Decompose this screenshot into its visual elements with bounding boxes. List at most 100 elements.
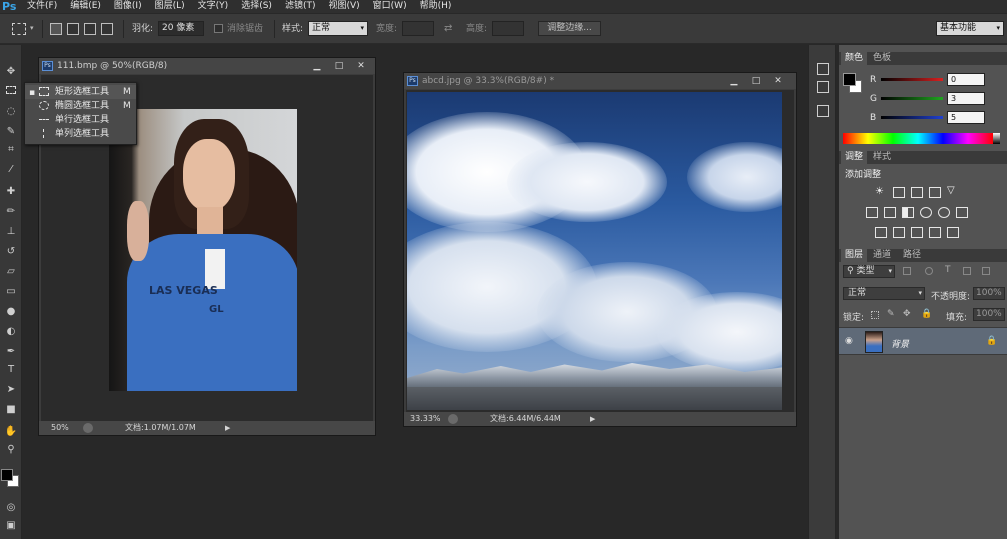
feather-input[interactable]: 20 像素 bbox=[158, 21, 204, 36]
status-menu-arrow-icon[interactable]: ▶ bbox=[225, 421, 230, 435]
subtract-selection-icon[interactable] bbox=[84, 23, 96, 35]
marquee-tool-preset-icon[interactable] bbox=[12, 23, 26, 35]
bw-ramp[interactable] bbox=[993, 133, 1000, 144]
exposure-icon[interactable] bbox=[929, 187, 941, 198]
filter-shape-icon[interactable] bbox=[963, 267, 971, 275]
filter-type-icon[interactable]: T bbox=[945, 265, 951, 275]
lock-position-icon[interactable]: ✥ bbox=[903, 309, 911, 319]
channel-r-input[interactable]: 0 bbox=[947, 73, 985, 86]
add-to-selection-icon[interactable] bbox=[67, 23, 79, 35]
tab-channels[interactable]: 通道 bbox=[869, 249, 895, 262]
menu-help[interactable]: 帮助(H) bbox=[415, 0, 460, 13]
eye-icon[interactable]: ◉ bbox=[845, 336, 853, 346]
fg-color-swatch[interactable] bbox=[843, 73, 856, 86]
quick-selection-tool-icon[interactable]: ✎ bbox=[3, 125, 19, 139]
zoom-tool-icon[interactable]: ⚲ bbox=[3, 443, 19, 457]
properties-panel-icon[interactable] bbox=[817, 81, 829, 93]
tab-color[interactable]: 颜色 bbox=[841, 52, 868, 65]
move-tool-icon[interactable]: ✥ bbox=[3, 65, 19, 79]
opacity-input[interactable]: 100% bbox=[973, 287, 1005, 300]
screen-mode-icon[interactable]: ▣ bbox=[3, 519, 19, 533]
single-column-marquee-option[interactable]: 单列选框工具 bbox=[25, 127, 136, 141]
history-panel-icon[interactable] bbox=[817, 63, 829, 75]
tab-layers[interactable]: 图层 bbox=[841, 249, 868, 262]
lock-all-icon[interactable]: 🔒 bbox=[921, 309, 932, 319]
channel-g-input[interactable]: 3 bbox=[947, 92, 985, 105]
width-input[interactable] bbox=[402, 21, 434, 36]
rectangle-tool-icon[interactable]: ■ bbox=[3, 403, 19, 417]
layer-filter-select[interactable]: ⚲ 类型 ▾ bbox=[843, 265, 895, 278]
blend-mode-select[interactable]: 正常 ▾ bbox=[843, 287, 925, 300]
refine-edge-button[interactable]: 调整边缘... bbox=[538, 21, 601, 36]
threshold-icon[interactable] bbox=[911, 227, 923, 238]
elliptical-marquee-option[interactable]: 椭圆选框工具 M bbox=[25, 99, 136, 113]
color-spectrum-bar[interactable] bbox=[843, 133, 993, 144]
gradient-map-icon[interactable] bbox=[947, 227, 959, 238]
tab-adjustments[interactable]: 调整 bbox=[841, 151, 868, 164]
path-selection-tool-icon[interactable]: ➤ bbox=[3, 383, 19, 397]
color-balance-icon[interactable] bbox=[884, 207, 896, 218]
filter-pixel-icon[interactable] bbox=[903, 267, 911, 275]
lock-transparent-icon[interactable] bbox=[871, 311, 879, 319]
menu-image[interactable]: 图像(I) bbox=[109, 0, 150, 13]
channel-b-input[interactable]: 5 bbox=[947, 111, 985, 124]
channel-mixer-icon[interactable] bbox=[938, 207, 950, 218]
menu-filter[interactable]: 滤镜(T) bbox=[280, 0, 324, 13]
blur-tool-icon[interactable]: ● bbox=[3, 305, 19, 319]
menu-file[interactable]: 文件(F) bbox=[22, 0, 65, 13]
menu-select[interactable]: 选择(S) bbox=[236, 0, 280, 13]
curves-icon[interactable] bbox=[911, 187, 923, 198]
antialias-checkbox[interactable] bbox=[214, 24, 223, 33]
menu-view[interactable]: 视图(V) bbox=[323, 0, 367, 13]
pen-tool-icon[interactable]: ✒ bbox=[3, 345, 19, 359]
channel-g-slider[interactable] bbox=[881, 97, 943, 100]
menu-layer[interactable]: 图层(L) bbox=[150, 0, 193, 13]
close-button[interactable]: ✕ bbox=[351, 60, 371, 72]
channel-b-slider[interactable] bbox=[881, 116, 943, 119]
quick-mask-icon[interactable]: ◎ bbox=[3, 501, 19, 515]
fill-input[interactable]: 100% bbox=[973, 308, 1005, 321]
status-icon[interactable] bbox=[448, 414, 458, 424]
close-button[interactable]: ✕ bbox=[768, 75, 788, 87]
filter-smart-object-icon[interactable] bbox=[982, 267, 990, 275]
status-icon[interactable] bbox=[83, 423, 93, 433]
foreground-color-swatch[interactable] bbox=[1, 469, 13, 481]
menu-edit[interactable]: 编辑(E) bbox=[65, 0, 109, 13]
maximize-button[interactable]: □ bbox=[329, 60, 349, 72]
document-2-title-bar[interactable]: Ps abcd.jpg @ 33.3%(RGB/8#) * ▁ □ ✕ bbox=[404, 73, 796, 89]
brush-tool-icon[interactable]: ✏ bbox=[3, 205, 19, 219]
rectangular-marquee-option[interactable]: ▪ 矩形选框工具 M bbox=[25, 85, 136, 99]
chevron-down-icon[interactable]: ▾ bbox=[30, 24, 34, 32]
selective-color-icon[interactable] bbox=[929, 227, 941, 238]
brightness-contrast-icon[interactable]: ☀ bbox=[875, 186, 884, 197]
document-1-title-bar[interactable]: Ps 111.bmp @ 50%(RGB/8) ▁ □ ✕ bbox=[39, 58, 375, 74]
workspace-select[interactable]: 基本功能 ▾ bbox=[936, 21, 1004, 36]
character-panel-icon[interactable] bbox=[817, 105, 829, 117]
zoom-level[interactable]: 50% bbox=[51, 421, 69, 435]
posterize-icon[interactable] bbox=[893, 227, 905, 238]
levels-icon[interactable] bbox=[893, 187, 905, 198]
zoom-level[interactable]: 33.33% bbox=[410, 412, 441, 426]
layer-row[interactable]: ◉ 背景 🔒 bbox=[839, 327, 1007, 355]
photo-filter-icon[interactable] bbox=[920, 207, 932, 218]
single-row-marquee-option[interactable]: 单行选框工具 bbox=[25, 113, 136, 127]
swap-icon[interactable]: ⇄ bbox=[444, 23, 452, 35]
lock-image-icon[interactable]: ✎ bbox=[887, 309, 895, 319]
vibrance-icon[interactable]: ▽ bbox=[947, 185, 955, 196]
maximize-button[interactable]: □ bbox=[746, 75, 766, 87]
hand-tool-icon[interactable]: ✋ bbox=[3, 425, 19, 439]
healing-brush-tool-icon[interactable]: ✚ bbox=[3, 185, 19, 199]
tab-swatches[interactable]: 色板 bbox=[869, 52, 895, 65]
eyedropper-tool-icon[interactable]: ⁄ bbox=[3, 163, 19, 177]
dodge-tool-icon[interactable]: ◐ bbox=[3, 325, 19, 339]
color-lookup-icon[interactable] bbox=[956, 207, 968, 218]
new-selection-icon[interactable] bbox=[50, 23, 62, 35]
tab-paths[interactable]: 路径 bbox=[899, 249, 925, 262]
lasso-tool-icon[interactable]: ◌ bbox=[3, 105, 19, 119]
layer-name[interactable]: 背景 bbox=[891, 337, 909, 350]
eraser-tool-icon[interactable]: ▱ bbox=[3, 265, 19, 279]
gradient-tool-icon[interactable]: ▭ bbox=[3, 285, 19, 299]
menu-type[interactable]: 文字(Y) bbox=[193, 0, 237, 13]
black-white-icon[interactable] bbox=[902, 207, 914, 218]
height-input[interactable] bbox=[492, 21, 524, 36]
